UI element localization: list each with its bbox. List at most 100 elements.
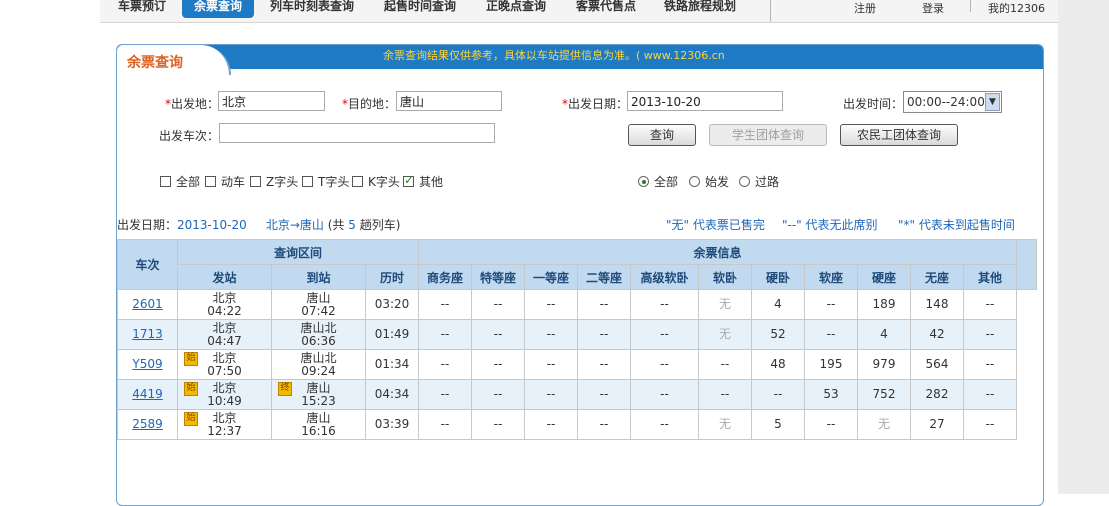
to-label: *目的地：	[342, 97, 397, 111]
notice-text: 余票查询结果仅供参考，具体以车站提供信息为准。( www.12306.cn	[383, 49, 725, 62]
to-station-input[interactable]: 唐山	[396, 91, 502, 111]
right-scroll-area	[1058, 0, 1109, 494]
summary-route: 北京→唐山	[265, 218, 324, 232]
table-row: 2589 始北京 12:37 唐山 16:16 03:39 -- -- -- -- -- 无 5 -- 无 2…	[117, 409, 1037, 440]
top-nav: 车票预订 余票查询 列车时刻表查询 起售时间查询 正晚点查询 客票代售点 铁路旅…	[100, 0, 1058, 23]
train-number-link[interactable]: 4419	[132, 387, 163, 401]
nav-sale-time[interactable]: 起售时间查询	[384, 0, 456, 20]
station-name: 唐山北	[300, 350, 337, 365]
origin-passing-label: 过路	[755, 175, 780, 189]
worker-group-query-button[interactable]: 农民工团体查询	[840, 124, 958, 146]
from-station-cell: 北京 04:47	[177, 319, 272, 350]
train-number-input[interactable]	[219, 123, 495, 143]
train-number-link[interactable]: 2589	[132, 417, 163, 431]
origin-start-radio[interactable]	[689, 176, 700, 187]
nav-my-12306[interactable]: 我的12306	[988, 0, 1045, 16]
seat-count-cell: 53	[804, 379, 858, 410]
station-name: 唐山	[306, 290, 331, 305]
duration-cell: 01:49	[365, 319, 419, 350]
header-no-seat: 无座	[910, 264, 964, 290]
nav-punctuality[interactable]: 正晚点查询	[486, 0, 546, 20]
to-station-cell: 唐山北 09:24	[271, 349, 366, 380]
row-spacer	[1016, 289, 1037, 320]
seat-count-cell: 4	[751, 289, 805, 320]
header-hard-seat: 硬座	[857, 264, 911, 290]
nav-divider	[770, 0, 771, 22]
seat-count-cell: --	[963, 349, 1017, 380]
nav-register[interactable]: 注册	[854, 0, 876, 16]
header-hard-sleeper: 硬卧	[751, 264, 805, 290]
seat-count-cell: 无	[698, 409, 752, 440]
origin-passing-radio[interactable]	[739, 176, 750, 187]
filter-emu-checkbox[interactable]	[205, 176, 216, 187]
legend-sold-out: "无" 代表票已售完	[666, 218, 765, 232]
origin-badge-icon: 始	[184, 382, 198, 396]
nav-trip-planning[interactable]: 铁路旅程规划	[664, 0, 736, 20]
summary-date-label: 出发日期：	[117, 218, 178, 232]
seat-count-cell: 42	[910, 319, 964, 350]
seat-count-cell: --	[577, 289, 631, 320]
header-soft-sleeper: 软卧	[698, 264, 752, 290]
station-name: 唐山	[306, 410, 331, 425]
to-station-cell: 唐山 16:16	[271, 409, 366, 440]
header-spacer	[1016, 239, 1037, 290]
nav-agency[interactable]: 客票代售点	[576, 0, 636, 20]
seat-count-cell: 4	[857, 319, 911, 350]
table-row: 1713 北京 04:47 唐山北 06:36 01:49 -- -- -- -- -- 无 52 -- 4…	[117, 319, 1037, 350]
seat-count-cell: --	[471, 349, 525, 380]
origin-start-label: 始发	[705, 175, 730, 189]
seat-count-cell: 979	[857, 349, 911, 380]
train-cell: 2601	[117, 289, 178, 320]
header-second-class: 二等座	[577, 264, 631, 290]
from-station-cell: 始北京 07:50	[177, 349, 272, 380]
train-number-link[interactable]: Y509	[132, 357, 162, 371]
seat-count-cell: --	[418, 409, 472, 440]
seat-count-cell: --	[418, 289, 472, 320]
nav-ticket-booking[interactable]: 车票预订	[118, 0, 166, 20]
nav-timetable[interactable]: 列车时刻表查询	[270, 0, 354, 20]
from-label: *出发地：	[165, 97, 220, 111]
filter-z-checkbox[interactable]	[250, 176, 261, 187]
station-time: 04:22	[207, 303, 242, 318]
filter-t-checkbox[interactable]	[302, 176, 313, 187]
filter-all-label: 全部	[176, 175, 201, 189]
table-row: 4419 始北京 10:49 终唐山 15:23 04:34 -- -- -- -- -- -- -- 5…	[117, 379, 1037, 410]
seat-count-cell: --	[577, 319, 631, 350]
header-premium-seat: 特等座	[471, 264, 525, 290]
row-spacer	[1016, 379, 1037, 410]
seat-count-cell: --	[524, 349, 578, 380]
to-station-cell: 唐山北 06:36	[271, 319, 366, 350]
nav-remaining-tickets[interactable]: 余票查询	[182, 0, 255, 18]
seat-count-cell: 5	[751, 409, 805, 440]
table-row: 2601 北京 04:22 唐山 07:42 03:20 -- -- -- -- -- 无 4 -- 189…	[117, 289, 1037, 320]
legend-no-class: "--" 代表无此席别	[782, 218, 878, 232]
seat-count-cell: 无	[698, 289, 752, 320]
seat-count-cell: --	[963, 379, 1017, 410]
from-station-cell: 北京 04:22	[177, 289, 272, 320]
date-input[interactable]: 2013-10-20	[627, 91, 783, 111]
train-number-link[interactable]: 1713	[132, 327, 163, 341]
seat-count-cell: 282	[910, 379, 964, 410]
seat-count-cell: 752	[857, 379, 911, 410]
station-time: 12:37	[207, 423, 242, 438]
chevron-down-icon[interactable]: ▼	[985, 93, 1000, 111]
train-label: 出发车次：	[159, 129, 220, 143]
filter-other-checkbox[interactable]	[403, 173, 414, 187]
nav-login[interactable]: 登录	[922, 0, 944, 16]
seat-count-cell: --	[630, 319, 699, 350]
station-name: 北京	[212, 290, 237, 305]
origin-all-radio[interactable]	[638, 176, 649, 187]
student-group-query-button[interactable]: 学生团体查询	[709, 124, 827, 146]
time-select[interactable]: 00:00--24:00 ▼	[903, 91, 1002, 113]
filter-all-checkbox[interactable]	[160, 176, 171, 187]
seat-count-cell: --	[698, 379, 752, 410]
query-button[interactable]: 查询	[628, 124, 696, 146]
station-name: 北京	[212, 320, 237, 335]
seat-count-cell: --	[524, 379, 578, 410]
summary-count-suffix: 趟列车)	[359, 218, 401, 232]
from-station-input[interactable]: 北京	[218, 91, 325, 111]
train-number-link[interactable]: 2601	[132, 297, 163, 311]
header-to-station: 到站	[271, 264, 366, 290]
duration-cell: 03:39	[365, 409, 419, 440]
filter-k-checkbox[interactable]	[352, 176, 363, 187]
